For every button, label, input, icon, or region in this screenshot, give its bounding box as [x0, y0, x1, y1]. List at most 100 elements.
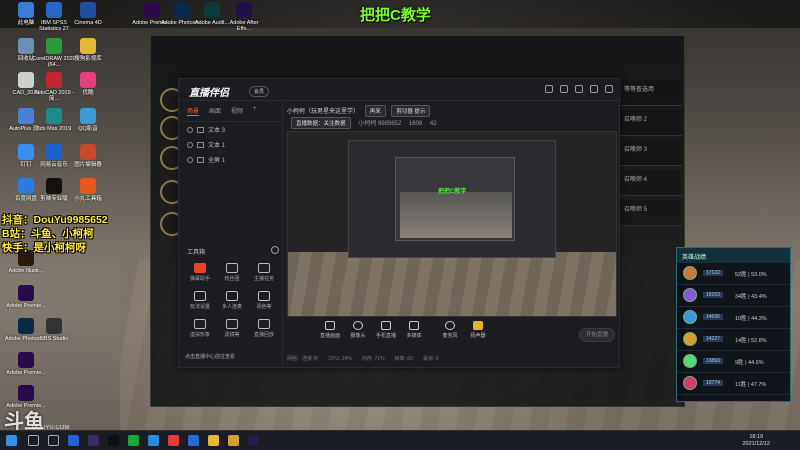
- desktop-icon[interactable]: 图片编辑器: [66, 144, 110, 168]
- gear-icon[interactable]: [271, 246, 279, 254]
- layer-label: 全屏 1: [208, 158, 226, 164]
- game-right-row[interactable]: 召唤师 2: [620, 110, 682, 136]
- layer-item[interactable]: 文本 3: [179, 122, 282, 137]
- nested-preview-image: [400, 192, 512, 238]
- speaker-button[interactable]: 扬声器: [465, 321, 491, 339]
- taskbar-app-icon[interactable]: [148, 435, 159, 446]
- hero-stat-row[interactable]: 13893 9胜 | 44.6%: [677, 351, 790, 373]
- app-icon: [46, 178, 62, 194]
- app-icon: [18, 318, 34, 334]
- taskbar-app-icon[interactable]: [208, 435, 219, 446]
- tool-button[interactable]: 粉丝团: [217, 263, 247, 282]
- header-button-2[interactable]: 剪切器 提示: [391, 105, 431, 117]
- desktop-icon[interactable]: 小丸工具箱: [66, 178, 110, 202]
- desktop-icon[interactable]: QQ影音: [66, 108, 110, 132]
- monitor-icon: [325, 321, 335, 330]
- hero-stats-panel: 英雄战绩 17122 52胜 | 53.0% 15153 34胜 | 43.4% 146…: [676, 247, 791, 402]
- taskbar-app-icon[interactable]: [228, 435, 239, 446]
- hero-stat-row[interactable]: 17122 52胜 | 53.0%: [677, 263, 790, 285]
- eye-icon[interactable]: [187, 126, 193, 133]
- taskbar-app-icon[interactable]: [68, 435, 79, 446]
- taskbar-app-icon[interactable]: [188, 435, 199, 446]
- tool-button[interactable]: 滤镜等: [217, 319, 247, 338]
- notice-text[interactable]: 点击直播中心前往查看: [185, 353, 235, 360]
- nested-preview-window-2: [395, 157, 515, 241]
- windows-start-icon[interactable]: [6, 435, 17, 446]
- menu-icon[interactable]: [545, 85, 553, 93]
- fullscreen-layer-icon: [197, 156, 204, 163]
- taskbar: 18:19 2021/12/12: [0, 430, 800, 450]
- layer-item[interactable]: 全屏 1: [179, 152, 282, 167]
- game-right-row[interactable]: 等等查选用: [620, 80, 682, 106]
- camera-button[interactable]: 摄像头: [345, 321, 371, 339]
- maximize-icon[interactable]: [590, 85, 598, 93]
- hero-winrate: 11胜 | 47.7%: [735, 382, 767, 388]
- screen-capture-button[interactable]: 直播画面: [317, 321, 343, 339]
- stream-preview[interactable]: 把把C教学: [287, 131, 617, 317]
- eye-icon[interactable]: [187, 156, 193, 163]
- desktop-icon[interactable]: 优酷: [66, 72, 110, 96]
- start-stream-button[interactable]: 开始直播: [579, 328, 615, 342]
- game-right-row[interactable]: 召唤师 5: [620, 200, 682, 226]
- app-icon: [80, 108, 96, 124]
- stat-user: 小柯柯 9985652: [358, 121, 402, 127]
- desktop-icon-label: QQ影音: [78, 126, 98, 132]
- tab-scene[interactable]: 场景: [187, 106, 200, 116]
- tool-icon: [226, 319, 238, 329]
- tool-button[interactable]: 调色等: [249, 291, 279, 310]
- desktop-icon[interactable]: Adobe Premie...: [4, 285, 48, 309]
- close-icon[interactable]: [605, 85, 613, 93]
- tool-button[interactable]: 玩法设置: [185, 291, 215, 310]
- tool-button[interactable]: 直播回放: [249, 319, 279, 338]
- game-right-row[interactable]: 召唤师 3: [620, 140, 682, 166]
- phone-live-button[interactable]: 手机直播: [373, 321, 399, 339]
- search-icon[interactable]: [28, 435, 39, 446]
- media-button[interactable]: 多媒体: [401, 321, 427, 339]
- app-icon: [18, 285, 34, 301]
- tool-button[interactable]: 主播任务: [249, 263, 279, 282]
- task-view-icon[interactable]: [48, 435, 59, 446]
- header-button[interactable]: 再来: [364, 105, 386, 117]
- hero-winrate: 9胜 | 44.6%: [735, 360, 764, 366]
- taskbar-app-icon[interactable]: [108, 435, 119, 446]
- desktop-icon-label: Adobe After Effe...: [229, 20, 259, 33]
- taskbar-app-icon[interactable]: [248, 435, 259, 446]
- tab-screen[interactable]: 画面: [209, 106, 221, 116]
- hero-winrate: 52胜 | 53.0%: [735, 272, 767, 278]
- text-layer-icon: [197, 141, 204, 148]
- taskbar-app-icon[interactable]: [168, 435, 179, 446]
- tool-button[interactable]: 虚拟形象: [185, 319, 215, 338]
- toolbox-header: 工具箱: [187, 246, 279, 256]
- overlay-title: 把把C教学: [360, 7, 431, 24]
- hero-stat-row[interactable]: 15153 34胜 | 43.4%: [677, 285, 790, 307]
- hero-stat-row[interactable]: 14227 14胜 | 52.8%: [677, 329, 790, 351]
- settings-icon[interactable]: [560, 85, 568, 93]
- desktop-icon[interactable]: Adobe After Effe...: [222, 2, 266, 33]
- layer-item[interactable]: 文本 1: [179, 137, 282, 152]
- stat-chip[interactable]: 直播数据：关注数据: [291, 117, 351, 129]
- minimize-icon[interactable]: [575, 85, 583, 93]
- desktop-icon[interactable]: Cinema 4D: [66, 2, 110, 26]
- hero-stat-row[interactable]: 13774 11胜 | 47.7%: [677, 373, 790, 395]
- app-icon: [80, 72, 96, 88]
- microphone-button[interactable]: 麦克风: [437, 321, 463, 339]
- system-clock[interactable]: 18:19 2021/12/12: [742, 434, 770, 448]
- desktop-icon[interactable]: Adobe Photosh...: [4, 318, 48, 342]
- eye-icon[interactable]: [187, 141, 193, 148]
- taskbar-app-icon[interactable]: [88, 435, 99, 446]
- vip-badge[interactable]: 会员: [249, 86, 270, 97]
- tool-button[interactable]: 弹幕助手: [185, 263, 215, 282]
- desktop-icon[interactable]: Adobe Premie...: [4, 352, 48, 376]
- add-scene-icon[interactable]: +: [253, 106, 257, 116]
- app-icon: [18, 352, 34, 368]
- app-titlebar: 直播伴侣 会员: [179, 79, 621, 101]
- tool-button[interactable]: 多人连麦: [217, 291, 247, 310]
- status-bar: 网络：连接 好 CPU: 24% 内存: 71% 帧率: 60 丢帧: 0: [287, 355, 617, 362]
- desktop-icon-label: Adobe Illustr...: [8, 268, 44, 274]
- tab-video[interactable]: 视频: [231, 106, 243, 116]
- game-right-row[interactable]: 召唤师 4: [620, 170, 682, 196]
- desktop-icon[interactable]: 搜狗影视库: [66, 38, 110, 62]
- taskbar-app-icon[interactable]: [128, 435, 139, 446]
- stream-title[interactable]: 小柯柯（玩男星来这里学）: [287, 109, 359, 115]
- hero-stat-row[interactable]: 14696 10胜 | 44.3%: [677, 307, 790, 329]
